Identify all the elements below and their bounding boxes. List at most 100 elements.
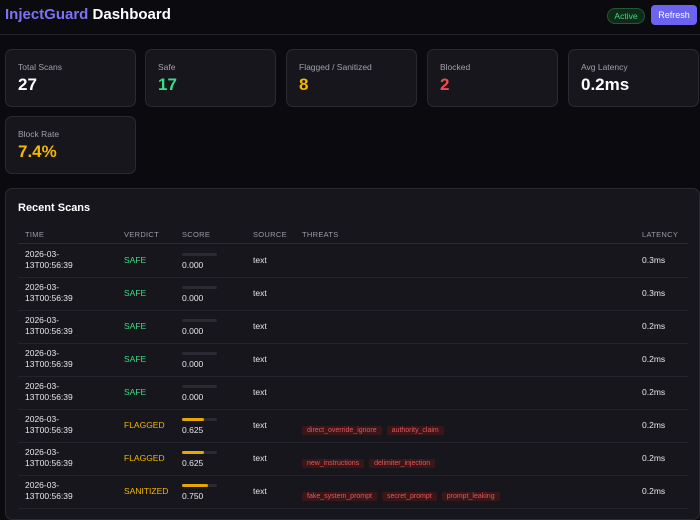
scan-time: 2026-03-13T00:56:39 [25, 315, 73, 336]
table-row[interactable]: 2026-03-13T00:56:39 SAFE 0.000 text 0.3ms [18, 277, 688, 311]
threat-tag: delimiter_injection [369, 459, 436, 468]
verdict-label: SAFE [124, 387, 147, 397]
scan-source: text [253, 288, 267, 298]
verdict-label: FLAGGED [124, 453, 165, 463]
score-bar [182, 484, 217, 487]
stat-value: 0.2ms [581, 75, 630, 94]
scan-time: 2026-03-13T00:56:39 [25, 348, 73, 369]
scan-source: text [253, 321, 267, 331]
status-badge: Active [607, 8, 645, 24]
app-title: InjectGuard Dashboard [5, 6, 171, 23]
scan-latency: 0.3ms [642, 288, 666, 298]
threat-tag: new_instructions [302, 459, 365, 468]
refresh-button[interactable]: Refresh [651, 5, 697, 25]
column-header-latency: LATENCY [642, 230, 679, 239]
threat-tags: fake_system_prompt secret_prompt prompt_le… [302, 485, 505, 503]
score-value: 0.625 [182, 458, 204, 468]
recent-scans-panel: Recent Scans TIME VERDICT SCORE SOURCE T… [5, 188, 700, 520]
stat-card-blocked: Blocked 2 [427, 49, 558, 107]
verdict-label: SAFE [124, 288, 147, 298]
score-value: 0.625 [182, 425, 204, 435]
brand-name: InjectGuard [5, 6, 89, 23]
stat-card-safe: Safe 17 [145, 49, 276, 107]
table-row[interactable]: 2026-03-13T00:56:39 SAFE 0.000 text 0.3ms [18, 244, 688, 278]
table-row[interactable]: 2026-03-13T00:56:39 FLAGGED 0.625 text direc… [18, 409, 688, 443]
threat-tag: authority_claim [386, 426, 444, 435]
column-header-source: SOURCE [253, 230, 287, 239]
verdict-label: SANITIZED [124, 486, 169, 496]
scan-source: text [253, 387, 267, 397]
stat-card-avg-latency: Avg Latency 0.2ms [568, 49, 699, 107]
scan-latency: 0.2ms [642, 486, 666, 496]
scan-source: text [253, 486, 267, 496]
table-row[interactable]: 2026-03-13T00:56:39 SAFE 0.000 text 0.2ms [18, 376, 688, 410]
stat-label: Flagged / Sanitized [299, 62, 372, 72]
stat-label: Avg Latency [581, 62, 628, 72]
threat-tag: fake_system_prompt [302, 492, 377, 501]
stat-label: Block Rate [18, 129, 60, 139]
brand-suffix: Dashboard [88, 6, 171, 23]
threat-tags: new_instructions delimiter_injection [302, 452, 440, 470]
verdict-label: FLAGGED [124, 420, 165, 430]
stat-card-flagged: Flagged / Sanitized 8 [286, 49, 417, 107]
score-value: 0.750 [182, 491, 204, 501]
threat-tag: secret_prompt [381, 492, 437, 501]
scan-source: text [253, 354, 267, 364]
score-value: 0.000 [182, 326, 204, 336]
score-value: 0.000 [182, 392, 204, 402]
stat-value: 7.4% [18, 142, 57, 161]
column-header-threats: THREATS [302, 230, 339, 239]
stat-label: Blocked [440, 62, 471, 72]
scan-latency: 0.3ms [642, 255, 666, 265]
score-bar [182, 418, 217, 421]
scan-time: 2026-03-13T00:56:39 [25, 480, 73, 501]
verdict-label: SAFE [124, 354, 147, 364]
scan-time: 2026-03-13T00:56:39 [25, 249, 73, 270]
scan-latency: 0.2ms [642, 420, 666, 430]
scan-time: 2026-03-13T00:56:39 [25, 282, 73, 303]
score-value: 0.000 [182, 359, 204, 369]
score-bar-fill [182, 484, 209, 487]
scan-source: text [253, 420, 267, 430]
threat-tag: prompt_leaking [441, 492, 500, 501]
score-bar [182, 253, 217, 256]
verdict-label: SAFE [124, 255, 147, 265]
stat-value: 8 [299, 75, 309, 94]
verdict-label: SAFE [124, 321, 147, 331]
stat-value: 17 [158, 75, 177, 94]
scan-latency: 0.2ms [642, 321, 666, 331]
stat-label: Safe [158, 62, 176, 72]
score-value: 0.000 [182, 293, 204, 303]
table-row[interactable]: 2026-03-13T00:56:39 SANITIZED 0.750 text fak… [18, 475, 688, 509]
column-header-time: TIME [25, 230, 45, 239]
scan-latency: 0.2ms [642, 453, 666, 463]
column-header-verdict: VERDICT [124, 230, 160, 239]
score-bar [182, 286, 217, 289]
stat-card-block-rate: Block Rate 7.4% [5, 116, 136, 174]
threat-tags: direct_override_ignore authority_claim [302, 419, 449, 437]
score-value: 0.000 [182, 260, 204, 270]
score-bar-fill [182, 451, 204, 454]
score-bar [182, 451, 217, 454]
stat-card-total-scans: Total Scans 27 [5, 49, 136, 107]
table-row[interactable]: 2026-03-13T00:56:39 SAFE 0.000 text 0.2ms [18, 343, 688, 377]
scan-time: 2026-03-13T00:56:39 [25, 414, 73, 435]
scan-time: 2026-03-13T00:56:39 [25, 381, 73, 402]
table-row[interactable]: 2026-03-13T00:56:39 SAFE 0.000 text 0.2ms [18, 310, 688, 344]
scan-source: text [253, 453, 267, 463]
score-bar [182, 319, 217, 322]
score-bar [182, 352, 217, 355]
stat-label: Total Scans [18, 62, 62, 72]
score-bar [182, 385, 217, 388]
scan-time: 2026-03-13T00:56:39 [25, 447, 73, 468]
recent-scans-title: Recent Scans [18, 202, 91, 214]
table-row[interactable]: 2026-03-13T00:56:39 FLAGGED 0.625 text new_i… [18, 442, 688, 476]
column-header-score: SCORE [182, 230, 211, 239]
scan-source: text [253, 255, 267, 265]
stat-value: 27 [18, 75, 37, 94]
stat-value: 2 [440, 75, 450, 94]
scan-latency: 0.2ms [642, 354, 666, 364]
threat-tag: direct_override_ignore [302, 426, 382, 435]
score-bar-fill [182, 418, 204, 421]
header: InjectGuard Dashboard Active Refresh [0, 0, 700, 35]
